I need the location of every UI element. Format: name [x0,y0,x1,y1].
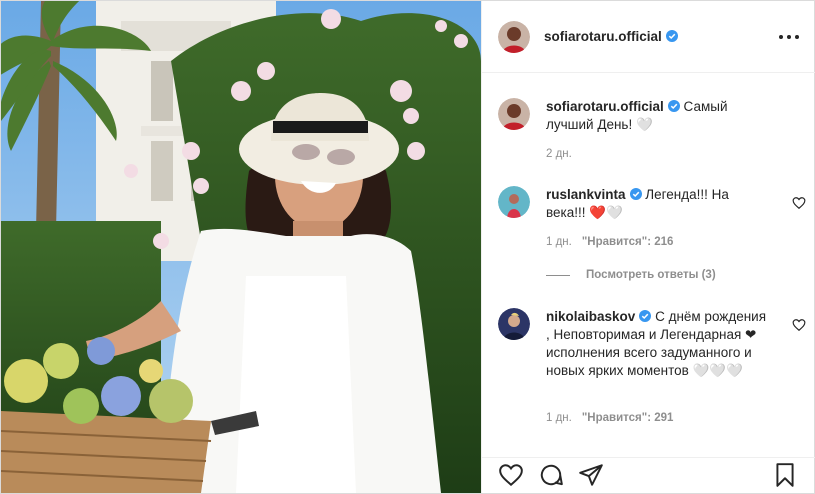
author-avatar[interactable] [498,20,530,53]
post-header: sofiarotaru.official [482,1,815,73]
caption-avatar[interactable] [498,98,530,130]
instagram-post: sofiarotaru.official sofiarotaru.officia… [0,0,815,494]
comment-meta: 1 дн. "Нравится": 291 [546,412,673,424]
comment-likes[interactable]: "Нравится": 216 [582,236,674,248]
commenter-avatar[interactable] [498,186,530,218]
verified-icon [665,30,678,42]
paper-plane-icon[interactable] [578,462,604,488]
action-bar [482,457,815,493]
post-photo[interactable] [1,1,481,493]
caption-username[interactable]: sofiarotaru.official [546,99,664,114]
comment-time[interactable]: 1 дн. [546,236,572,248]
comment-icon[interactable] [538,462,564,488]
comment-like-heart-icon[interactable] [792,196,806,210]
comment-likes[interactable]: "Нравится": 291 [582,412,674,424]
more-horizontal-icon[interactable] [779,27,799,47]
verified-icon [667,100,680,112]
comment-body: ruslankvinta Легенда!!! На века!!! ❤️🤍 [546,186,772,222]
comment-like-heart-icon[interactable] [792,318,806,332]
comments-list: sofiarotaru.official Самый лучший День! … [482,74,815,456]
view-replies-label: Посмотреть ответы (3) [586,269,716,281]
commenter-avatar[interactable] [498,308,530,340]
verified-icon [629,188,642,200]
author-username[interactable]: sofiarotaru.official [544,29,678,44]
bookmark-icon[interactable] [772,462,798,488]
comment-username[interactable]: nikolaibaskov [546,309,635,324]
verified-icon [639,310,652,322]
replies-divider [546,274,570,276]
heart-icon[interactable] [498,462,524,488]
comment-meta: 1 дн. "Нравится": 216 [546,236,673,248]
view-replies-button[interactable]: Посмотреть ответы (3) [546,269,716,281]
comment-body: nikolaibaskov С днём рождения , Неповтор… [546,308,772,380]
caption-time[interactable]: 2 дн. [546,148,572,160]
post-photo-image [1,1,481,493]
comment-time[interactable]: 1 дн. [546,412,572,424]
caption-body: sofiarotaru.official Самый лучший День! … [546,98,772,134]
comment-username[interactable]: ruslankvinta [546,187,626,202]
post-side-panel: sofiarotaru.official sofiarotaru.officia… [481,1,815,493]
